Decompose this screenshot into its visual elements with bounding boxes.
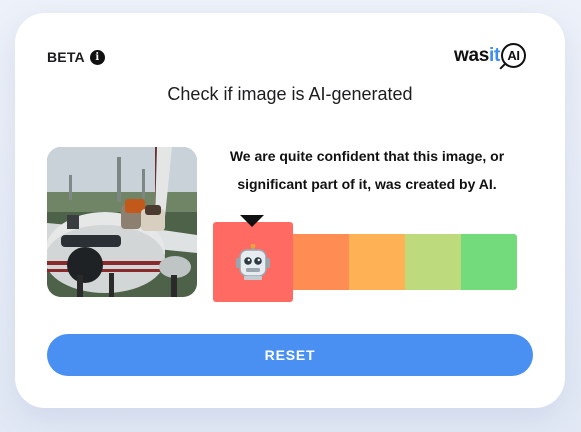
reset-button[interactable]: RESET <box>47 334 533 376</box>
meter-segment-very-likely-ai <box>213 215 293 302</box>
meter-segment-very-likely-human <box>461 234 517 290</box>
logo-ai-magnifier-icon: AI <box>501 43 527 68</box>
meter-segment-uncertain <box>349 234 405 290</box>
uploaded-image <box>47 147 197 297</box>
beta-badge: BETA i <box>47 49 105 65</box>
logo-prefix: was <box>454 44 490 66</box>
logo-accent: it <box>489 44 501 66</box>
page-title: Check if image is AI-generated <box>167 84 413 104</box>
wasitai-logo: was it AI <box>454 43 527 68</box>
verdict-message: We are quite confident that this image, … <box>207 142 527 198</box>
meter-pointer-icon <box>240 215 264 227</box>
robot-icon <box>236 244 270 280</box>
result-card: BETA i was it AI Check if image is AI-ge… <box>15 13 565 408</box>
meter-segment-likely-human <box>405 234 461 290</box>
meter-segment-likely-ai <box>293 234 349 290</box>
verdict-line-1: We are quite confident that this image, … <box>229 148 505 164</box>
logo-badge: AI <box>507 48 520 63</box>
info-icon[interactable]: i <box>89 49 105 65</box>
verdict-line-2: significant part of it, was created by A… <box>237 176 497 192</box>
beta-label: BETA <box>47 49 85 65</box>
